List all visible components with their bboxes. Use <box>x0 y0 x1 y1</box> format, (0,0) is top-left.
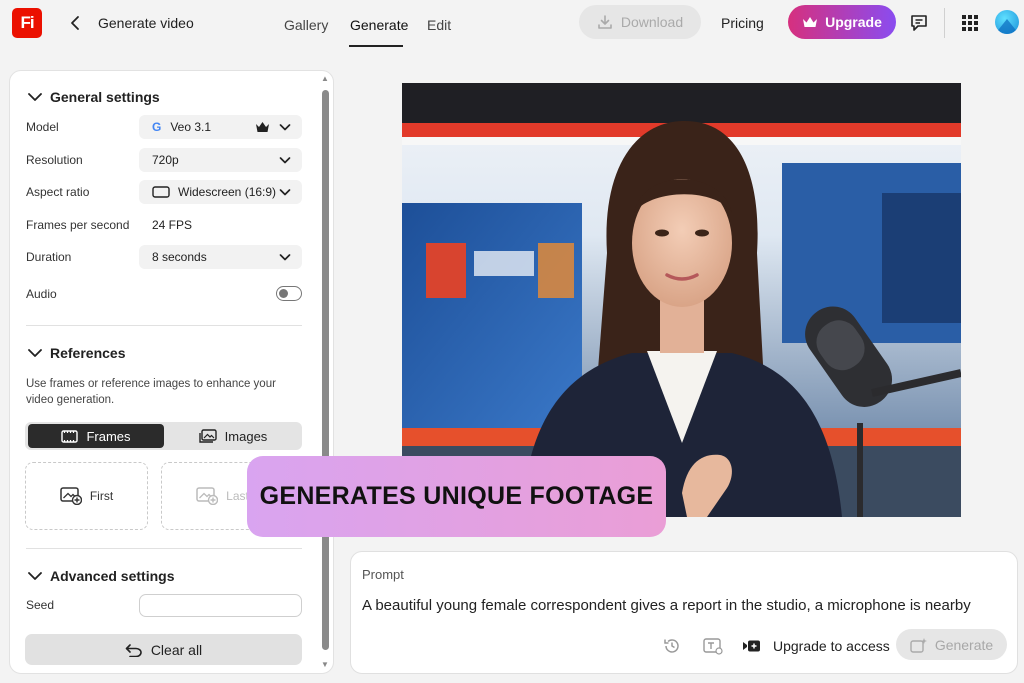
clear-all-button[interactable]: Clear all <box>25 634 302 665</box>
tab-edit[interactable]: Edit <box>427 17 451 33</box>
chevron-down-icon <box>279 157 291 164</box>
model-label: Model <box>26 120 59 134</box>
text-style-icon <box>703 638 723 655</box>
images-tab[interactable]: Images <box>166 424 300 448</box>
prompt-input[interactable]: A beautiful young female correspondent g… <box>362 597 971 614</box>
promo-caption: GENERATES UNIQUE FOOTAGE <box>247 456 666 537</box>
upgrade-button[interactable]: Upgrade <box>788 5 896 39</box>
resolution-select[interactable]: 720p <box>139 148 302 172</box>
references-title: References <box>50 345 126 361</box>
chevron-down-icon <box>279 124 291 131</box>
first-frame-label: First <box>89 489 114 503</box>
prompt-label: Prompt <box>362 567 404 582</box>
avatar[interactable] <box>995 10 1019 34</box>
general-settings-header[interactable]: General settings <box>28 89 160 105</box>
scroll-down-arrow[interactable]: ▼ <box>320 660 330 670</box>
duration-value: 8 seconds <box>152 250 207 264</box>
download-icon <box>598 15 612 29</box>
upgrade-to-access-link[interactable]: Upgrade to access <box>773 638 890 654</box>
references-description: Use frames or reference images to enhanc… <box>26 378 276 406</box>
duration-select[interactable]: 8 seconds <box>139 245 302 269</box>
history-icon <box>664 639 679 653</box>
crown-icon <box>803 16 818 27</box>
aspect-ratio-value: Widescreen (16:9) <box>178 185 277 199</box>
seed-label: Seed <box>26 598 55 612</box>
film-icon <box>61 429 79 443</box>
generate-label: Generate <box>934 636 994 653</box>
video-upgrade-button[interactable] <box>742 636 762 656</box>
crown-icon <box>256 122 269 132</box>
download-button[interactable]: Download <box>579 5 701 39</box>
header-divider <box>944 8 945 38</box>
app-logo[interactable]: Fi <box>12 8 42 38</box>
add-image-icon <box>60 487 82 505</box>
scrollbar-thumb[interactable] <box>322 90 329 650</box>
aspect-ratio-label: Aspect ratio <box>26 185 90 199</box>
widescreen-icon <box>152 186 170 198</box>
fps-value: 24 FPS <box>152 218 193 232</box>
image-icon <box>198 429 217 443</box>
general-settings-title: General settings <box>50 89 160 105</box>
toggle-knob <box>279 289 288 298</box>
advanced-settings-title: Advanced settings <box>50 568 175 584</box>
tab-generate[interactable]: Generate <box>350 17 408 33</box>
audio-toggle[interactable] <box>276 286 302 301</box>
clear-all-label: Clear all <box>150 641 203 658</box>
generated-video-preview[interactable] <box>402 83 961 517</box>
scroll-up-arrow[interactable]: ▲ <box>320 74 330 84</box>
model-value: Veo 3.1 <box>170 120 212 134</box>
add-image-icon <box>196 487 219 505</box>
upgrade-label: Upgrade <box>825 14 882 30</box>
images-tab-label: Images <box>224 428 268 444</box>
history-button[interactable] <box>662 636 682 656</box>
back-chevron-icon <box>71 16 79 30</box>
chevron-down-icon <box>28 92 42 101</box>
chevron-down-icon <box>28 571 42 580</box>
video-camera-icon <box>743 640 760 652</box>
last-frame-label: Last <box>226 489 249 503</box>
feedback-button[interactable] <box>908 12 930 34</box>
undo-icon <box>125 643 142 657</box>
chevron-down-icon <box>279 254 291 261</box>
text-style-button[interactable] <box>703 636 723 656</box>
section-divider <box>26 325 302 326</box>
advanced-settings-header[interactable]: Advanced settings <box>28 568 174 584</box>
section-divider <box>26 548 302 549</box>
references-header[interactable]: References <box>28 345 126 361</box>
duration-label: Duration <box>26 250 72 264</box>
model-select[interactable]: G Veo 3.1 <box>139 115 302 139</box>
chevron-down-icon <box>279 189 291 196</box>
aspect-ratio-select[interactable]: Widescreen (16:9) <box>139 180 302 204</box>
first-frame-upload[interactable]: First <box>25 462 148 530</box>
pricing-link[interactable]: Pricing <box>721 15 764 31</box>
news-studio-image <box>402 83 961 517</box>
back-button[interactable] <box>66 13 84 33</box>
google-icon: G <box>152 120 162 134</box>
resolution-label: Resolution <box>26 153 83 167</box>
feedback-icon <box>911 15 927 31</box>
fps-label: Frames per second <box>26 218 130 232</box>
page-title: Generate video <box>98 15 194 31</box>
top-bar: Fi Generate video Gallery Generate Edit … <box>0 0 1024 50</box>
frames-tab[interactable]: Frames <box>28 424 164 448</box>
generate-sparkle-icon <box>910 637 927 653</box>
chevron-down-icon <box>28 348 42 357</box>
tab-gallery[interactable]: Gallery <box>284 17 328 33</box>
generate-button[interactable]: Generate <box>896 629 1007 660</box>
apps-grid-icon <box>962 15 978 31</box>
resolution-value: 720p <box>152 153 179 167</box>
audio-label: Audio <box>26 287 57 301</box>
logo-text: Fi <box>20 13 34 32</box>
download-label: Download <box>620 14 684 30</box>
active-tab-indicator <box>349 45 403 47</box>
apps-button[interactable] <box>959 12 981 34</box>
frames-tab-label: Frames <box>86 428 131 444</box>
seed-input[interactable] <box>139 594 302 617</box>
